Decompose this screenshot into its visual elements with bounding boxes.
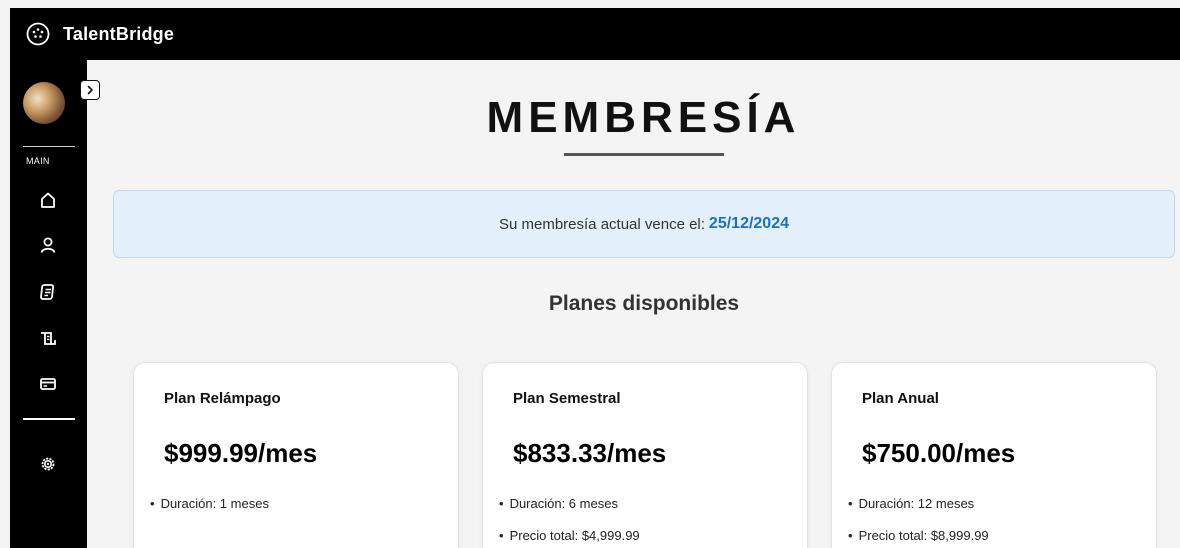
alert-text: Su membresía actual vence el: (498, 215, 705, 233)
gear-icon[interactable] (38, 454, 58, 474)
top-bar: TalentBridge (10, 8, 1180, 60)
scroll-icon[interactable] (38, 328, 58, 348)
plan-name: Plan Anual (862, 390, 939, 407)
plan-feature: Precio total: $8,999.99 (848, 528, 989, 548)
plan-feature: Precio total: $4,999.99 (499, 528, 640, 548)
plan-price: $999.99/mes (164, 438, 318, 468)
expiry-date: 25/12/2024 (708, 215, 789, 232)
plan-name: Plan Semestral (513, 390, 621, 407)
sidebar-section-label: MAIN (26, 156, 50, 166)
sidebar-divider (23, 418, 75, 420)
main-content: MEMBRESÍA Su membresía actual vence el: … (87, 60, 1180, 548)
logo-icon[interactable] (25, 21, 51, 47)
membership-alert: Su membresía actual vence el: 25/12/2024 (113, 190, 1175, 258)
chevron-right-icon (87, 85, 93, 95)
document-icon[interactable] (38, 282, 58, 302)
plan-price: $750.00/mes (862, 438, 1016, 468)
plan-card[interactable]: Plan Relámpago $999.99/mes Duración: 1 m… (133, 362, 459, 548)
plan-features: Duración: 6 meses Precio total: $4,999.9… (499, 496, 640, 548)
plan-name: Plan Relámpago (164, 390, 281, 407)
sidebar: MAIN (10, 60, 87, 548)
plan-feature: Duración: 1 meses (150, 496, 269, 528)
title-underline (564, 153, 724, 156)
avatar[interactable] (23, 82, 65, 124)
plan-feature: Duración: 6 meses (499, 496, 640, 528)
plans-heading: Planes disponibles (548, 292, 740, 315)
sidebar-toggle-button[interactable] (80, 80, 100, 100)
plan-price: $833.33/mes (513, 438, 667, 468)
page-title: MEMBRESÍA (486, 93, 801, 142)
brand-name[interactable]: TalentBridge (63, 24, 174, 45)
credit-card-icon[interactable] (38, 374, 58, 394)
plan-card[interactable]: Plan Semestral $833.33/mes Duración: 6 m… (482, 362, 808, 548)
plan-feature: Duración: 12 meses (848, 496, 989, 528)
home-icon[interactable] (38, 190, 58, 210)
plan-features: Duración: 1 meses (150, 496, 269, 528)
sidebar-divider (23, 146, 75, 147)
plan-card[interactable]: Plan Anual $750.00/mes Duración: 12 mese… (831, 362, 1157, 548)
user-icon[interactable] (38, 235, 58, 255)
plan-features: Duración: 12 meses Precio total: $8,999.… (848, 496, 989, 548)
